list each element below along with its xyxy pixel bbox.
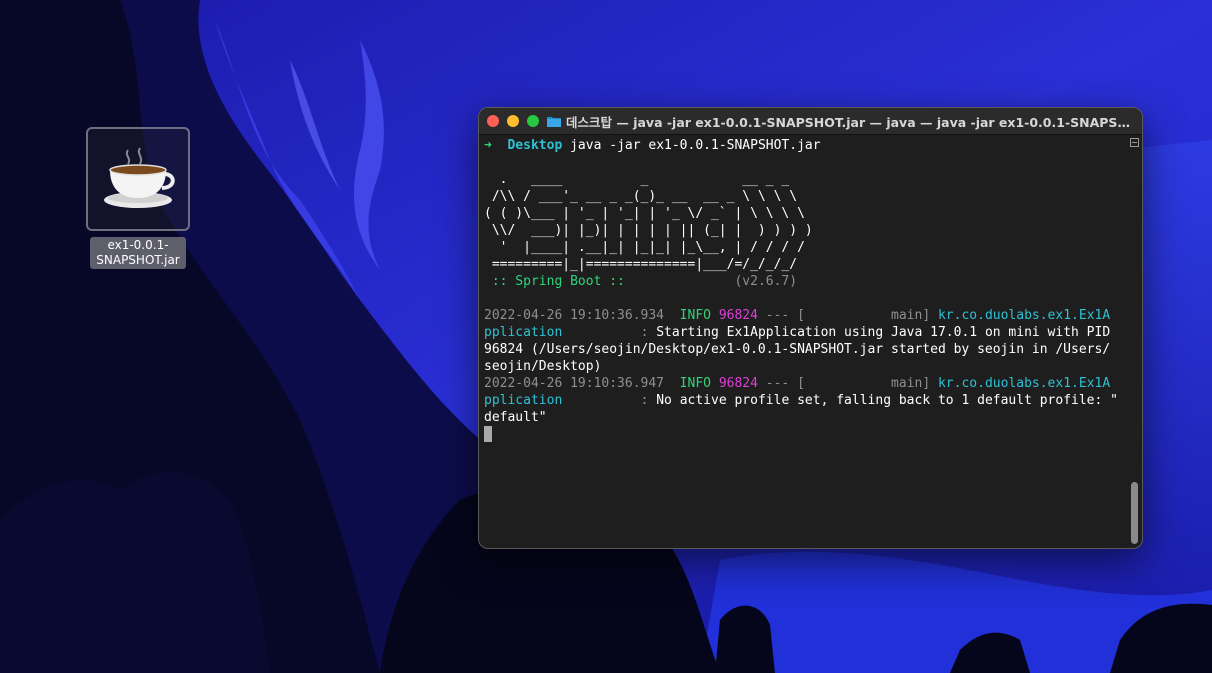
log-line: pplication : Starting Ex1Application usi… [484,324,1122,341]
spring-boot-version: (v2.6.7) [734,274,798,289]
log-logger: pplication [484,393,563,408]
log-pid: 96824 [718,308,758,323]
cursor-line [484,426,1122,443]
banner-line: /\\ / ___'_ __ _ _(_)_ __ __ _ \ \ \ \ [484,189,798,204]
log-message-line: seojin/Desktop) [484,359,602,374]
scrollbar[interactable] [1129,135,1140,548]
spring-boot-label: :: Spring Boot :: [484,274,633,289]
log-logger: kr.co.duolabs.ex1.Ex1A [937,308,1111,323]
log-level: INFO [679,308,711,323]
scrollbar-thumb[interactable] [1131,482,1138,544]
desktop: ex1-0.0.1- SNAPSHOT.jar 데스크탑 — java -jar… [0,0,1212,673]
java-coffee-cup-icon [86,127,190,231]
log-colon: : [640,325,649,340]
log-line: 2022-04-26 19:10:36.934 INFO 96824 --- [… [484,307,1122,324]
log-pid: 96824 [718,376,758,391]
log-message: Starting Ex1Application using Java 17.0.… [656,325,1111,340]
log-level: INFO [679,376,711,391]
window-title: 데스크탑 — java -jar ex1-0.0.1-SNAPSHOT.jar … [566,114,1136,130]
banner-line: . ____ _ __ _ _ [484,172,790,187]
folder-icon [547,112,561,131]
desktop-file-jar[interactable]: ex1-0.0.1- SNAPSHOT.jar [84,127,192,269]
text-cursor [484,426,492,442]
desktop-file-name: ex1-0.0.1- SNAPSHOT.jar [90,237,186,269]
banner-line: \\/ ___)| |_)| | | | | || (_| | ) ) ) ) [484,223,813,238]
prompt-command: java -jar ex1-0.0.1-SNAPSHOT.jar [570,138,821,153]
log-logger: pplication [484,325,563,340]
log-line: pplication : No active profile set, fall… [484,392,1122,409]
log-message-line: 96824 (/Users/seojin/Desktop/ex1-0.0.1-S… [484,342,1111,357]
prompt-directory: Desktop [507,138,563,153]
log-message: No active profile set, falling back to 1… [656,393,1118,408]
terminal-window[interactable]: 데스크탑 — java -jar ex1-0.0.1-SNAPSHOT.jar … [478,107,1143,549]
log-colon: : [640,393,649,408]
title-bar[interactable]: 데스크탑 — java -jar ex1-0.0.1-SNAPSHOT.jar … [479,108,1142,135]
file-name-line1: ex1-0.0.1- [107,238,169,252]
spring-boot-version-line: :: Spring Boot :: (v2.6.7) [484,273,1122,290]
log-separator: --- [ [765,308,805,323]
file-name-line2: SNAPSHOT.jar [96,253,180,267]
log-thread: main] [891,308,931,323]
maximize-button[interactable] [527,115,539,127]
log-logger: kr.co.duolabs.ex1.Ex1A [937,376,1111,391]
prompt-arrow-icon: ➜ [484,138,492,153]
minimize-button[interactable] [507,115,519,127]
log-message-line: default" [484,410,547,425]
terminal-content[interactable]: ➜ Desktop java -jar ex1-0.0.1-SNAPSHOT.j… [479,135,1142,548]
banner-line: ( ( )\___ | '_ | '_| | '_ \/ _` | \ \ \ … [484,206,805,221]
log-timestamp: 2022-04-26 19:10:36.947 [484,376,665,391]
close-button[interactable] [487,115,499,127]
banner-line: =========|_|==============|___/=/_/_/_/ [484,257,798,272]
log-thread: main] [891,376,931,391]
log-separator: --- [ [765,376,805,391]
prompt-line: ➜ Desktop java -jar ex1-0.0.1-SNAPSHOT.j… [484,137,1122,154]
banner-line: ' |____| .__|_| |_|_| |_\__, | / / / / [484,240,805,255]
log-timestamp: 2022-04-26 19:10:36.934 [484,308,665,323]
log-line: 2022-04-26 19:10:36.947 INFO 96824 --- [… [484,375,1122,392]
